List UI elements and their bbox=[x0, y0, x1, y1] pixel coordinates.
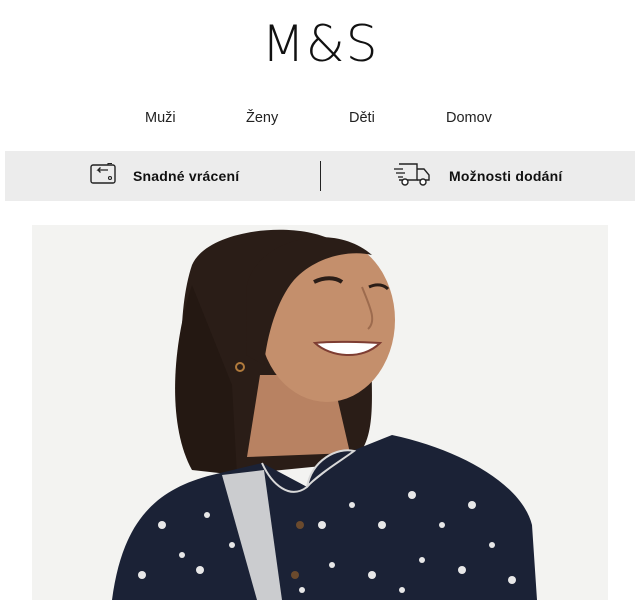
delivery-options-link[interactable]: Možnosti dodání bbox=[393, 151, 562, 201]
nav-item-kids[interactable]: Děti bbox=[349, 108, 375, 128]
easy-returns-link[interactable]: Snadné vrácení bbox=[89, 151, 239, 201]
hero-image[interactable] bbox=[32, 225, 608, 600]
nav-item-home[interactable]: Domov bbox=[446, 108, 492, 128]
delivery-truck-icon bbox=[393, 160, 433, 193]
brand-logo[interactable]: M&S bbox=[0, 14, 640, 74]
service-divider bbox=[320, 161, 321, 191]
nav-item-men[interactable]: Muži bbox=[145, 108, 176, 128]
nav-item-women[interactable]: Ženy bbox=[246, 108, 278, 128]
hero-photo-illustration bbox=[32, 225, 608, 600]
return-tag-icon bbox=[89, 162, 117, 191]
email-page: M&S Muži Ženy Děti Domov Snadné vrácení bbox=[0, 0, 640, 600]
easy-returns-label: Snadné vrácení bbox=[133, 168, 240, 184]
main-nav: Muži Ženy Děti Domov bbox=[0, 108, 640, 128]
service-bar: Snadné vrácení Možnosti dodání bbox=[5, 151, 635, 201]
delivery-options-label: Možnosti dodání bbox=[449, 168, 563, 184]
